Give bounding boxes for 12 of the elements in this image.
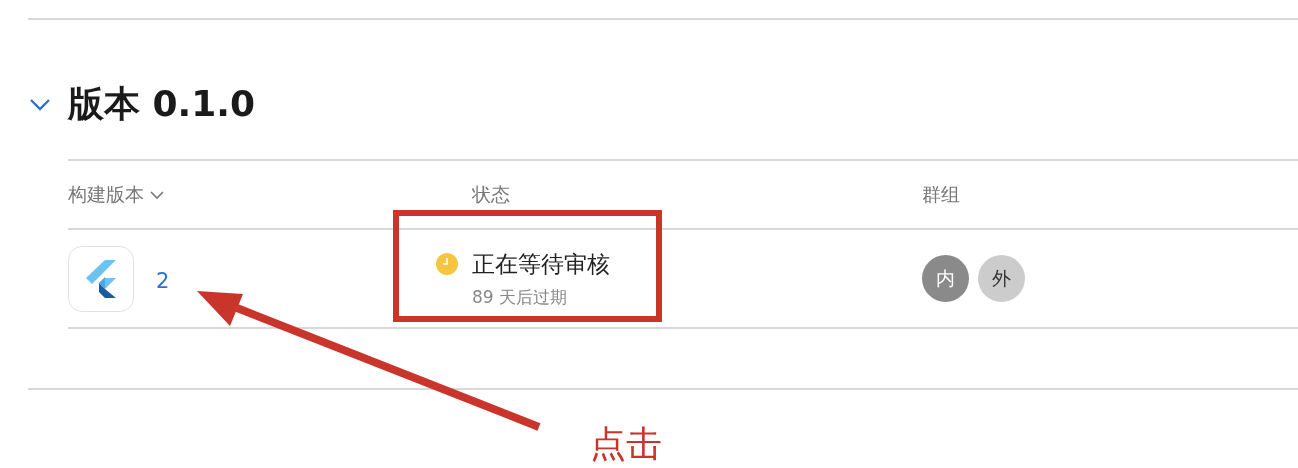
sort-chevron-icon[interactable]	[150, 189, 164, 200]
build-link[interactable]: 2	[156, 268, 170, 293]
group-avatar: 外	[978, 255, 1025, 302]
expiry-text: 89 天后过期	[472, 285, 568, 309]
group-avatar: 内	[922, 255, 969, 302]
section-title: 版本 0.1.0	[68, 82, 256, 126]
annotation-label: 点击	[590, 426, 662, 462]
column-header: 状态	[472, 181, 510, 207]
app-icon	[68, 245, 134, 312]
column-header[interactable]: 构建版本	[68, 181, 144, 208]
column-header: 群组	[922, 181, 960, 207]
status-text: 正在等待审核	[472, 249, 610, 279]
